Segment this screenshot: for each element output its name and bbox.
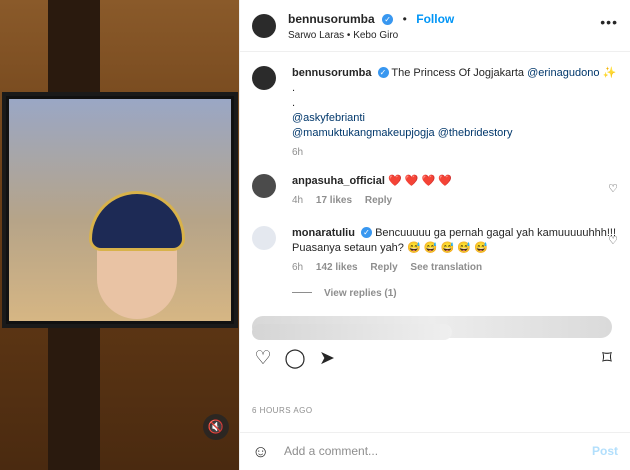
- post-sidebar: bennusorumba ✓ • Follow Sarwo Laras • Ke…: [239, 0, 630, 470]
- mention-link[interactable]: @askyfebrianti: [292, 112, 365, 124]
- post-header: bennusorumba ✓ • Follow Sarwo Laras • Ke…: [240, 0, 630, 52]
- comment-likes[interactable]: 142 likes: [316, 262, 358, 273]
- comment-item: monaratuliu ✓ Bencuuuuu ga pernah gagal …: [252, 226, 618, 275]
- view-replies-label: View replies (1): [324, 288, 397, 299]
- comment-meta: 6h 142 likes Reply See translation: [292, 260, 618, 275]
- avatar[interactable]: [252, 226, 276, 250]
- caption-username[interactable]: bennusorumba: [292, 67, 371, 79]
- comment-meta: 4h 17 likes Reply: [292, 193, 618, 208]
- header-username[interactable]: bennusorumba: [288, 12, 375, 26]
- bride-photo: [9, 99, 231, 321]
- instagram-post: 🔇 bennusorumba ✓ • Follow Sarwo Laras • …: [0, 0, 630, 470]
- see-translation-link[interactable]: See translation: [410, 262, 482, 273]
- comment-username[interactable]: anpasuha_official: [292, 175, 385, 187]
- replies-line: [292, 292, 312, 293]
- add-comment-bar: ☺ Add a comment... Post: [240, 432, 630, 470]
- reply-button[interactable]: Reply: [365, 195, 392, 206]
- comment-time[interactable]: 4h: [292, 195, 303, 206]
- comment-time[interactable]: 6h: [292, 262, 303, 273]
- emoji-icon[interactable]: ☺: [252, 442, 269, 462]
- sparkle-emoji: ✨: [602, 67, 617, 79]
- caption-time[interactable]: 6h: [292, 147, 303, 158]
- mention-link[interactable]: @mamuktukangmakeupjogja: [292, 127, 435, 139]
- post-media[interactable]: 🔇: [0, 0, 239, 470]
- comment-body: anpasuha_official ❤️ ❤️ ❤️ ❤️ 4h 17 like…: [292, 174, 618, 208]
- header-separator: •: [402, 11, 407, 26]
- avatar[interactable]: [252, 174, 276, 198]
- bride-headdress: [89, 191, 185, 251]
- comment-likes[interactable]: 17 likes: [316, 195, 352, 206]
- action-bar: ♡ ◯ ➤ ⌑: [240, 344, 630, 374]
- comment-text: ❤️ ❤️ ❤️ ❤️: [387, 175, 452, 187]
- verified-badge-icon: ✓: [382, 13, 394, 25]
- header-name-row: bennusorumba ✓ • Follow: [276, 10, 454, 28]
- heart-icon[interactable]: ♡: [608, 234, 618, 247]
- caption-dot: .: [292, 97, 296, 109]
- heart-icon[interactable]: ♡: [608, 182, 618, 195]
- comments-section: bennusorumba ✓ The Princess Of Jogjakart…: [240, 52, 630, 344]
- avatar[interactable]: [252, 66, 276, 90]
- post-button[interactable]: Post: [592, 444, 618, 458]
- comment-body: monaratuliu ✓ Bencuuuuu ga pernah gagal …: [292, 226, 618, 275]
- view-replies-button[interactable]: View replies (1): [292, 288, 397, 299]
- display-screen: [2, 92, 238, 328]
- bookmark-icon[interactable]: ⌑: [596, 348, 618, 370]
- share-icon[interactable]: ➤: [316, 348, 338, 370]
- speaker-muted-icon[interactable]: 🔇: [203, 414, 229, 440]
- post-timestamp[interactable]: 6 HOURS AGO: [252, 406, 313, 415]
- caption-body: bennusorumba ✓ The Princess Of Jogjakart…: [292, 66, 618, 160]
- follow-button[interactable]: Follow: [416, 12, 454, 26]
- mention-link[interactable]: @erinagudono: [527, 67, 599, 79]
- mention-link[interactable]: @thebridestory: [438, 127, 513, 139]
- location-link[interactable]: Sarwo Laras • Kebo Giro: [288, 30, 398, 41]
- more-options-icon[interactable]: •••: [600, 14, 618, 30]
- caption: bennusorumba ✓ The Princess Of Jogjakart…: [252, 66, 618, 160]
- blurred-likes: [252, 324, 452, 340]
- comment-icon[interactable]: ◯: [284, 348, 306, 370]
- avatar[interactable]: [252, 13, 276, 38]
- caption-dot: .: [292, 82, 296, 94]
- reply-button[interactable]: Reply: [370, 262, 397, 273]
- caption-meta: 6h: [292, 145, 618, 160]
- comment-username[interactable]: monaratuliu: [292, 227, 355, 239]
- caption-text: The Princess Of Jogjakarta: [391, 67, 528, 79]
- verified-badge-icon: ✓: [377, 67, 389, 78]
- comment-item: anpasuha_official ❤️ ❤️ ❤️ ❤️ 4h 17 like…: [252, 174, 618, 208]
- heart-icon[interactable]: ♡: [252, 348, 274, 370]
- comment-input[interactable]: Add a comment...: [284, 444, 378, 458]
- verified-badge-icon: ✓: [361, 227, 373, 238]
